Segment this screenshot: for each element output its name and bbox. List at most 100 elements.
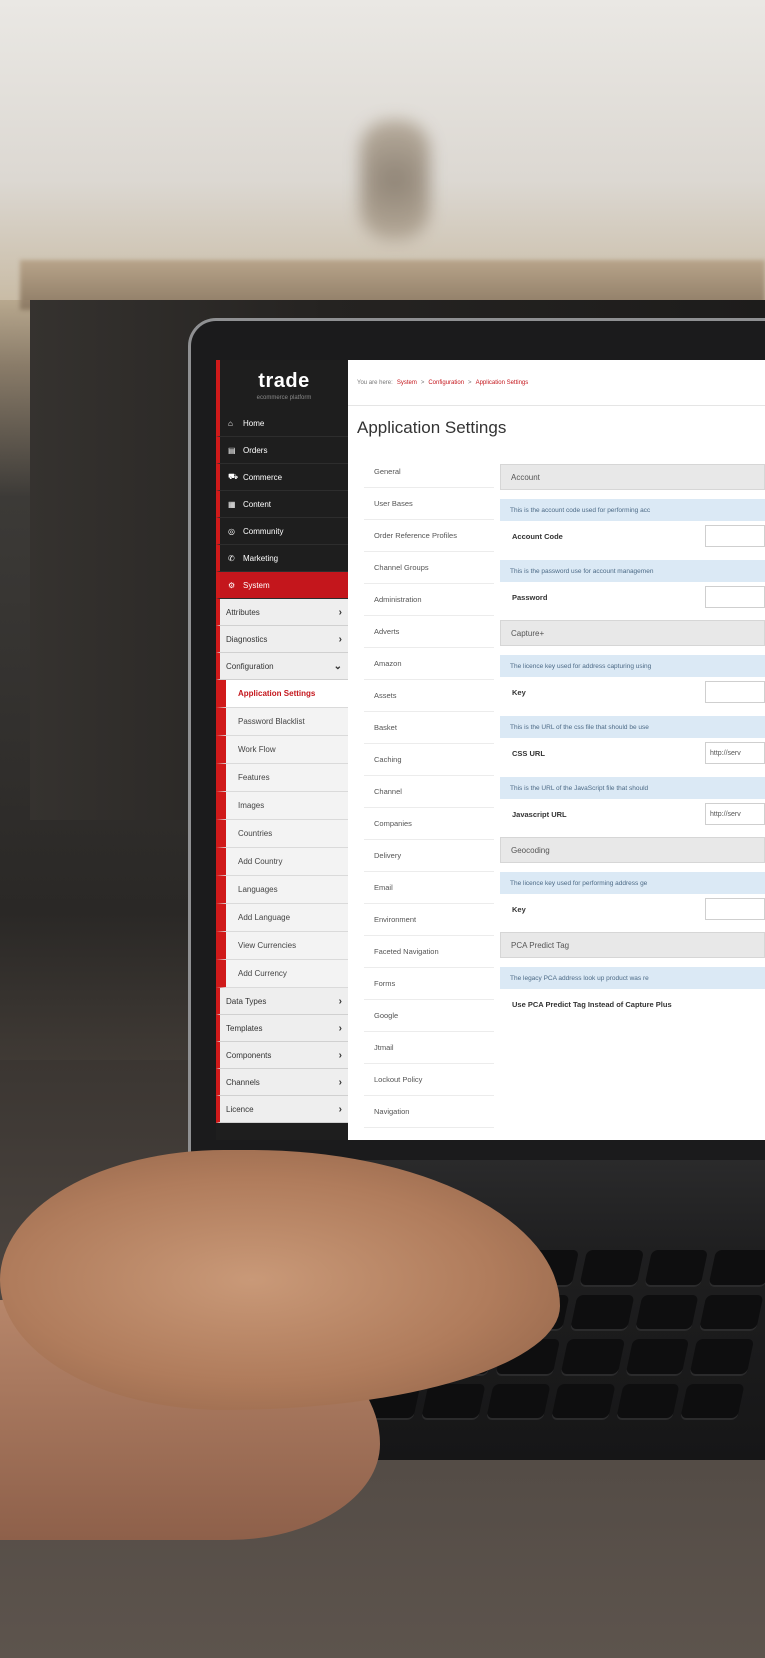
config-item-features[interactable]: Features	[216, 764, 348, 792]
capture-key-label: Key	[512, 687, 526, 697]
logo[interactable]: trade ecommerce platform	[216, 360, 348, 410]
css-url-label: CSS URL	[512, 748, 545, 758]
sidebar-item-channels[interactable]: Channels ›	[216, 1069, 348, 1096]
sidebar-item-templates[interactable]: Templates ›	[216, 1015, 348, 1042]
breadcrumb-prefix: You are here:	[357, 379, 393, 386]
settings-nav-item-amazon[interactable]: Amazon	[364, 648, 494, 680]
section-geocoding[interactable]: Geocoding	[500, 837, 765, 863]
section-account[interactable]: Account	[500, 464, 765, 490]
laptop-screen: trade ecommerce platform ⌂ Home ▤ Orders ⛟ Co…	[216, 360, 765, 1140]
settings-nav-item-companies[interactable]: Companies	[364, 808, 494, 840]
nav-item-system[interactable]: ⚙ System	[216, 572, 348, 599]
config-item-images[interactable]: Images	[216, 792, 348, 820]
logo-tagline: ecommerce platform	[256, 394, 312, 401]
keyboard-key	[680, 1383, 745, 1420]
settings-nav-item-environment[interactable]: Environment	[364, 904, 494, 936]
settings-nav-item-assets[interactable]: Assets	[364, 680, 494, 712]
config-item-add-language[interactable]: Add Language	[216, 904, 348, 932]
section-pca-predict-tag[interactable]: PCA Predict Tag	[500, 932, 765, 958]
settings-nav-item-order-reference-profiles[interactable]: Order Reference Profiles	[364, 520, 494, 552]
sidebar-item-configuration[interactable]: Configuration ⌄	[216, 653, 348, 680]
js-url-label: Javascript URL	[512, 809, 567, 819]
settings-nav-item-caching[interactable]: Caching	[364, 744, 494, 776]
settings-nav-item-basket[interactable]: Basket	[364, 712, 494, 744]
nav-item-orders[interactable]: ▤ Orders	[216, 437, 348, 464]
password-input[interactable]	[705, 586, 765, 608]
password-info: This is the password use for account man…	[500, 560, 765, 582]
config-item-add-country[interactable]: Add Country	[216, 848, 348, 876]
nav-item-home[interactable]: ⌂ Home	[216, 410, 348, 437]
page-title: Application Settings	[357, 418, 507, 437]
nav-item-label: Content	[243, 499, 272, 509]
nav-item-label: Home	[243, 418, 265, 428]
keyboard-key	[550, 1383, 616, 1420]
breadcrumb-configuration[interactable]: Configuration	[428, 380, 464, 386]
settings-nav-item-email[interactable]: Email	[364, 872, 494, 904]
sidebar-item-label: Data Types	[226, 996, 267, 1006]
capture-key-info: The licence key used for address capturi…	[500, 655, 765, 677]
js-url-row: Javascript URL http://serv	[500, 799, 765, 829]
settings-content: General User Bases Order Reference Profile…	[348, 456, 765, 1128]
config-item-password-blacklist[interactable]: Password Blacklist	[216, 708, 348, 736]
account-code-info: This is the account code used for perfor…	[500, 499, 765, 521]
pca-label: Use PCA Predict Tag Instead of Capture P…	[512, 999, 672, 1009]
nav-item-commerce[interactable]: ⛟ Commerce	[216, 464, 348, 491]
keyboard-key	[643, 1250, 709, 1287]
settings-nav-item-forms[interactable]: Forms	[364, 968, 494, 1000]
marketing-icon: ✆	[228, 553, 235, 563]
config-item-add-currency[interactable]: Add Currency	[216, 960, 348, 988]
settings-nav-item-navigation[interactable]: Navigation	[364, 1096, 494, 1128]
nav-item-community[interactable]: ◎ Community	[216, 518, 348, 545]
section-capture[interactable]: Capture+	[500, 620, 765, 646]
keyboard-key	[634, 1294, 699, 1331]
capture-key-input[interactable]	[705, 681, 765, 703]
keyboard-key	[421, 1383, 486, 1420]
breadcrumb-separator: >	[420, 379, 425, 386]
config-item-work-flow[interactable]: Work Flow	[216, 736, 348, 764]
settings-nav-item-google[interactable]: Google	[364, 1000, 494, 1032]
settings-nav-item-administration[interactable]: Administration	[364, 584, 494, 616]
settings-nav-item-lockout-policy[interactable]: Lockout Policy	[364, 1064, 494, 1096]
chevron-down-icon: ⌄	[333, 660, 342, 672]
sidebar-item-licence[interactable]: Licence ›	[216, 1096, 348, 1123]
background-blur	[360, 120, 430, 240]
settings-nav-item-adverts[interactable]: Adverts	[364, 616, 494, 648]
settings-nav-item-faceted-navigation[interactable]: Faceted Navigation	[364, 936, 494, 968]
sidebar-item-label: Attributes	[226, 607, 260, 617]
pca-info: The legacy PCA address look up product w…	[500, 967, 765, 989]
settings-nav-item-delivery[interactable]: Delivery	[364, 840, 494, 872]
sidebar-item-label: Channels	[226, 1077, 260, 1087]
nav-item-marketing[interactable]: ✆ Marketing	[216, 545, 348, 572]
sidebar-item-components[interactable]: Components ›	[216, 1042, 348, 1069]
nav-item-label: Orders	[243, 445, 268, 455]
css-url-info: This is the URL of the css file that sho…	[500, 716, 765, 738]
config-item-application-settings[interactable]: Application Settings	[216, 680, 348, 708]
nav-item-label: Marketing	[243, 553, 279, 563]
configuration-nav: Application Settings Password Blacklist Wo…	[216, 680, 348, 988]
css-url-input[interactable]: http://serv	[705, 742, 765, 764]
breadcrumb-system[interactable]: System	[397, 380, 417, 386]
sidebar-item-diagnostics[interactable]: Diagnostics ›	[216, 626, 348, 653]
geocoding-key-input[interactable]	[705, 898, 765, 920]
nav-item-content[interactable]: ▦ Content	[216, 491, 348, 518]
capture-key-row: Key	[500, 677, 765, 707]
settings-nav-item-channel[interactable]: Channel	[364, 776, 494, 808]
settings-nav-item-user-bases[interactable]: User Bases	[364, 488, 494, 520]
config-item-countries[interactable]: Countries	[216, 820, 348, 848]
chevron-right-icon: ›	[338, 1076, 342, 1088]
settings-nav-item-channel-groups[interactable]: Channel Groups	[364, 552, 494, 584]
password-label: Password	[512, 592, 548, 602]
orders-icon: ▤	[228, 445, 236, 455]
settings-nav-item-general[interactable]: General	[364, 456, 494, 488]
js-url-input[interactable]: http://serv	[705, 803, 765, 825]
breadcrumb-application-settings[interactable]: Application Settings	[476, 380, 529, 386]
config-item-languages[interactable]: Languages	[216, 876, 348, 904]
config-item-view-currencies[interactable]: View Currencies	[216, 932, 348, 960]
sidebar-item-data-types[interactable]: Data Types ›	[216, 988, 348, 1015]
keyboard-key	[708, 1250, 765, 1287]
system-icon: ⚙	[228, 580, 236, 590]
account-code-input[interactable]	[705, 525, 765, 547]
sidebar-item-attributes[interactable]: Attributes ›	[216, 599, 348, 626]
sidebar-item-label: Diagnostics	[226, 634, 268, 644]
settings-nav-item-jtmail[interactable]: Jtmail	[364, 1032, 494, 1064]
